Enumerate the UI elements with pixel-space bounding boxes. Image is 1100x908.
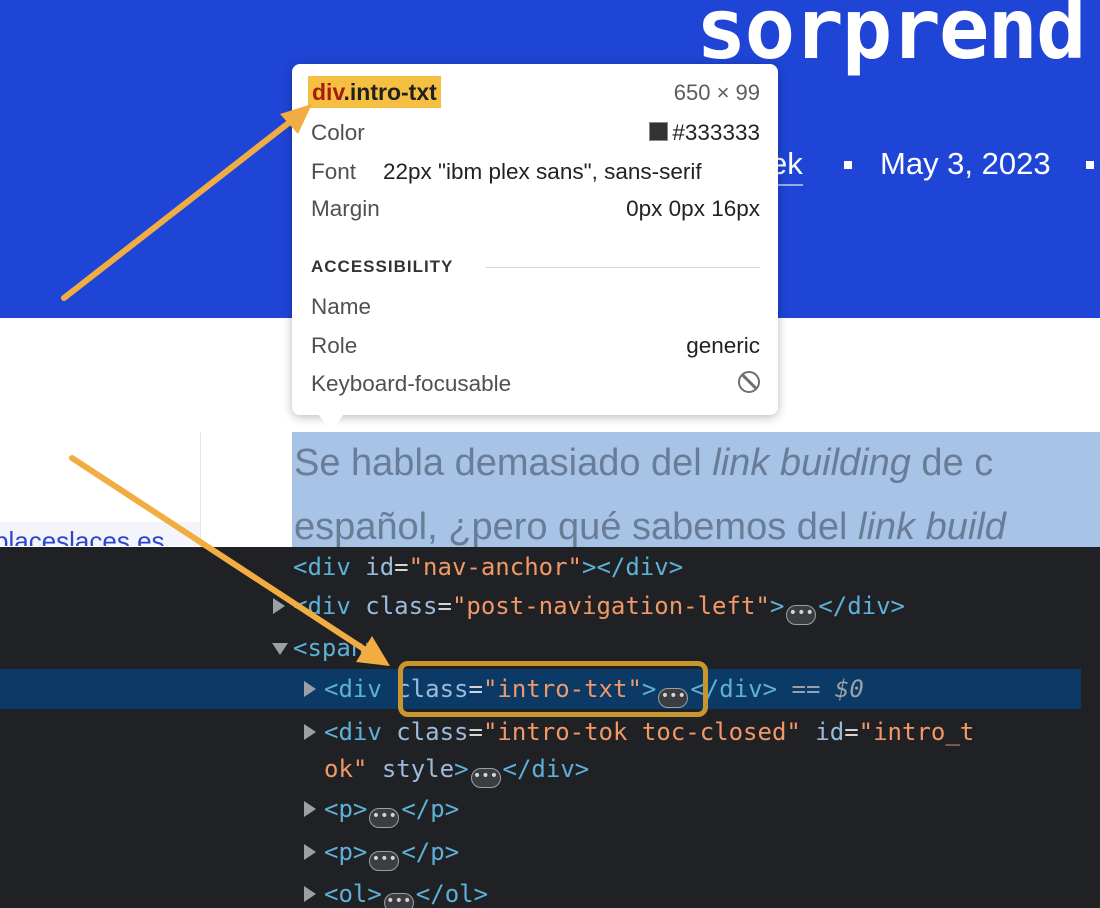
- annotation-highlight-box: [398, 661, 708, 717]
- expand-triangle-icon[interactable]: [304, 886, 316, 902]
- sidebar-toc-link[interactable]: placeslaces.es: [0, 522, 200, 546]
- sidebar-divider: [200, 432, 201, 547]
- ellipsis-icon[interactable]: •••: [470, 768, 501, 788]
- sidebar-link-text: placeslaces.es: [0, 526, 165, 546]
- tooltip-caret: [318, 414, 344, 431]
- element-size: 650 × 99: [673, 80, 760, 105]
- ellipsis-icon[interactable]: •••: [383, 893, 414, 908]
- dom-node-p[interactable]: <p> ••• </p>: [0, 789, 1081, 829]
- name-row: Name: [311, 294, 372, 319]
- role-row: Role generic: [311, 333, 760, 358]
- intro-txt-highlight: Se habla demasiado del link building de …: [292, 432, 1100, 547]
- ellipsis-icon[interactable]: •••: [369, 851, 400, 871]
- keyboard-focusable-row: Keyboard-focusable: [311, 371, 760, 401]
- dom-node-nav-anchor[interactable]: <div id="nav-anchor"></div>: [0, 547, 1081, 587]
- ellipsis-icon[interactable]: •••: [786, 605, 817, 625]
- dom-node-p[interactable]: <p> ••• </p>: [0, 832, 1081, 872]
- color-swatch: [649, 122, 669, 141]
- color-row: Color #333333: [311, 120, 760, 145]
- expand-triangle-icon[interactable]: [304, 681, 316, 697]
- expand-triangle-icon[interactable]: [304, 844, 316, 860]
- element-selector-badge: div.intro-txt: [308, 76, 441, 108]
- intro-line-2: español, ¿pero qué sabemos del link buil…: [294, 506, 1006, 547]
- devtools-elements-panel: <div id="nav-anchor"></div> <div class="…: [0, 547, 1100, 908]
- dom-node-ol[interactable]: <ol> ••• </ol>: [0, 874, 1081, 908]
- ellipsis-icon[interactable]: •••: [369, 808, 400, 828]
- dom-node-intro-tok-continued[interactable]: ok" style> ••• </div>: [0, 749, 1081, 789]
- expand-triangle-icon[interactable]: [304, 724, 316, 740]
- separator-dot: [844, 161, 852, 169]
- dom-node-post-navigation-left[interactable]: <div class="post-navigation-left"> ••• </d…: [0, 586, 1081, 626]
- separator-dot: [1086, 161, 1094, 169]
- inspect-tooltip: div.intro-txt 650 × 99 Color #333333 Fon…: [292, 64, 778, 415]
- not-allowed-icon: [738, 371, 760, 393]
- intro-line-1: Se habla demasiado del link building de …: [294, 442, 994, 484]
- section-divider: [486, 267, 760, 268]
- dom-node-intro-tok[interactable]: <div class="intro-tok toc-closed" id="in…: [0, 712, 1081, 752]
- post-date: May 3, 2023: [880, 146, 1051, 181]
- expand-triangle-icon[interactable]: [304, 801, 316, 817]
- margin-row: Margin 0px 0px 16px: [311, 196, 760, 221]
- expand-triangle-icon[interactable]: [273, 598, 285, 614]
- font-row: Font 22px "ibm plex sans", sans-serif: [311, 159, 702, 184]
- collapse-triangle-icon[interactable]: [272, 643, 288, 655]
- accessibility-heading: ACCESSIBILITY: [311, 257, 454, 276]
